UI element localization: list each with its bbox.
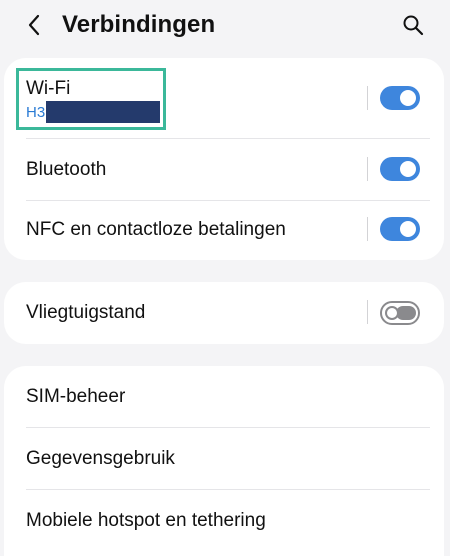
sim-manager-label: SIM-beheer	[26, 386, 126, 407]
search-icon	[403, 15, 424, 36]
search-button[interactable]	[400, 12, 426, 38]
data-usage-label: Gegevensgebruik	[26, 448, 175, 469]
back-button[interactable]	[22, 12, 48, 38]
page-title: Verbindingen	[62, 11, 216, 38]
bluetooth-toggle[interactable]	[380, 157, 420, 181]
divider-vertical	[367, 300, 368, 324]
toggle-knob	[398, 159, 418, 179]
airplane-mode-toggle[interactable]	[380, 301, 420, 325]
wifi-toggle[interactable]	[380, 86, 420, 110]
toggle-track-fill	[396, 306, 416, 320]
connections-group-1: Wi-Fi H3 Bluetooth NFC en contactloze be…	[4, 58, 444, 260]
nfc-label: NFC en contactloze betalingen	[26, 219, 286, 240]
toggle-knob	[398, 219, 418, 239]
toggle-knob	[385, 306, 399, 320]
data-usage-row[interactable]: Gegevensgebruik	[4, 428, 444, 489]
nfc-toggle[interactable]	[380, 217, 420, 241]
divider-vertical	[367, 86, 368, 110]
divider-vertical	[367, 217, 368, 241]
nfc-row[interactable]: NFC en contactloze betalingen	[4, 201, 444, 260]
wifi-row[interactable]: Wi-Fi H3	[4, 58, 444, 138]
divider-vertical	[367, 157, 368, 181]
bluetooth-row[interactable]: Bluetooth	[4, 139, 444, 200]
airplane-mode-label: Vliegtuigstand	[26, 302, 146, 323]
toggle-knob	[398, 88, 418, 108]
airplane-mode-row[interactable]: Vliegtuigstand	[4, 282, 444, 344]
hotspot-row[interactable]: Mobiele hotspot en tethering	[4, 490, 444, 556]
sim-manager-row[interactable]: SIM-beheer	[4, 366, 444, 428]
connections-group-2: Vliegtuigstand	[4, 282, 444, 344]
wifi-network-name: H3	[26, 104, 46, 121]
chevron-left-icon	[28, 14, 40, 36]
connections-group-3: SIM-beheer Gegevensgebruik Mobiele hotsp…	[4, 366, 444, 556]
app-header: Verbindingen	[0, 0, 450, 52]
wifi-label: Wi-Fi	[26, 78, 71, 99]
redacted-network-name	[46, 101, 160, 123]
bluetooth-label: Bluetooth	[26, 159, 107, 180]
hotspot-label: Mobiele hotspot en tethering	[26, 510, 266, 531]
